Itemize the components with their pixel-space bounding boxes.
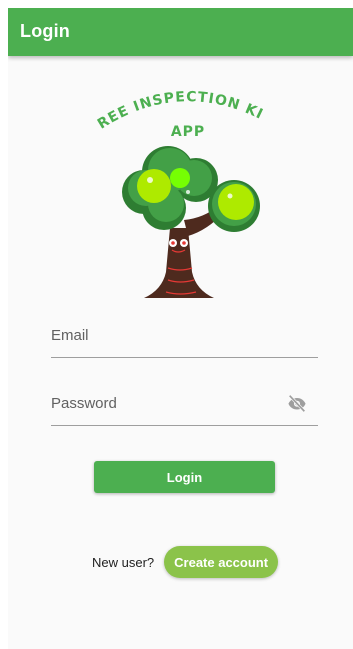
app-logo: TREE INSPECTION KIT APP — [79, 68, 274, 302]
tree-mascot-icon: TREE INSPECTION KIT APP — [79, 68, 265, 298]
login-screen: Login TREE INSPECTION KIT APP — [8, 8, 353, 649]
login-button[interactable]: Login — [94, 461, 275, 493]
app-bar: Login — [8, 8, 353, 56]
email-input[interactable] — [51, 317, 281, 353]
create-account-button[interactable]: Create account — [164, 546, 279, 578]
new-user-label: New user? — [92, 554, 155, 570]
signup-row: New user? Create account — [92, 546, 279, 578]
password-field[interactable] — [51, 385, 318, 426]
logo-title-line2: APP — [171, 124, 205, 140]
page-title: Login — [20, 21, 70, 41]
password-input[interactable] — [51, 385, 281, 421]
eye-off-icon[interactable] — [286, 392, 308, 414]
email-field[interactable] — [51, 317, 318, 358]
